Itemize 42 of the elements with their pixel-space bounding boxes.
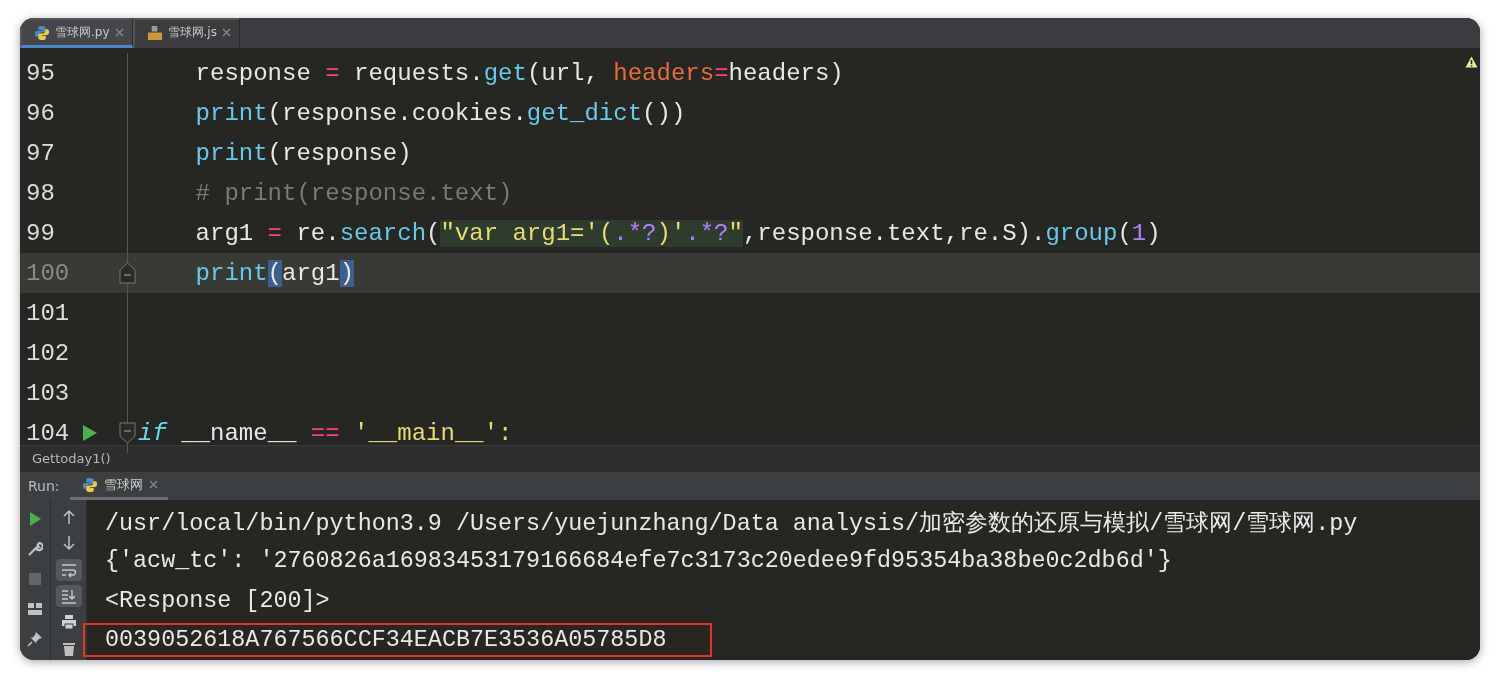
code-line: arg1 = re.search("var arg1='(.*?)'.*?",response.text,re.S).group(1) <box>194 219 1161 247</box>
close-icon <box>114 28 124 37</box>
line-number: 103 <box>25 379 71 407</box>
down-arrow-icon <box>60 535 77 552</box>
line-number: 96 <box>25 99 56 127</box>
console-output-line: {'acw_tc': '2760826a16983453179166684efe7c3173c20edee9fd95354ba38be0c2db6d'} <box>105 548 1172 575</box>
line-number: 99 <box>25 219 56 247</box>
pin-icon <box>27 631 43 647</box>
scroll-to-end-icon <box>60 588 77 605</box>
soft-wrap-button[interactable] <box>55 558 82 581</box>
file-tab[interactable]: 雪球网.py <box>20 18 133 48</box>
code-line: print(response.cookies.get_dict()) <box>194 99 686 127</box>
close-icon <box>221 28 231 37</box>
python-icon <box>81 476 98 493</box>
line-number: 95 <box>25 59 56 87</box>
layout-icon <box>27 601 43 617</box>
line-number: 100 <box>25 259 71 287</box>
run-icon <box>82 424 98 442</box>
code-line: # print(response.text) <box>194 179 513 207</box>
js-file-icon <box>146 24 163 41</box>
run-icon <box>27 511 43 527</box>
line-number: 97 <box>25 139 56 167</box>
code-line: response = requests.get(url, headers=headers) <box>194 59 844 87</box>
printer-icon <box>60 614 77 631</box>
code-line: if __name__ == '__main__': <box>137 419 513 447</box>
stop-icon <box>27 571 43 587</box>
python-file-icon <box>34 24 50 41</box>
line-number: 104 <box>25 419 71 447</box>
breadcrumb[interactable]: Gettoday1() <box>32 451 111 466</box>
code-line: print(response) <box>194 139 412 167</box>
fold-icon <box>119 262 136 284</box>
run-label: Run: <box>27 478 61 494</box>
scroll-to-end-button[interactable] <box>55 585 82 608</box>
close-icon <box>148 480 158 489</box>
console-output-line: <Response [200]> <box>105 587 330 614</box>
soft-wrap-icon <box>60 561 77 578</box>
line-number: 98 <box>25 179 56 207</box>
line-number: 102 <box>25 339 71 367</box>
trash-icon <box>60 640 77 657</box>
line-number: 101 <box>25 299 71 327</box>
console-output-line: /usr/local/bin/python3.9 /Users/yuejunzhang/Data analysis/加密参数的还原与模拟/雪球网/雪球网.py <box>105 509 1358 538</box>
wrench-icon <box>27 541 43 557</box>
